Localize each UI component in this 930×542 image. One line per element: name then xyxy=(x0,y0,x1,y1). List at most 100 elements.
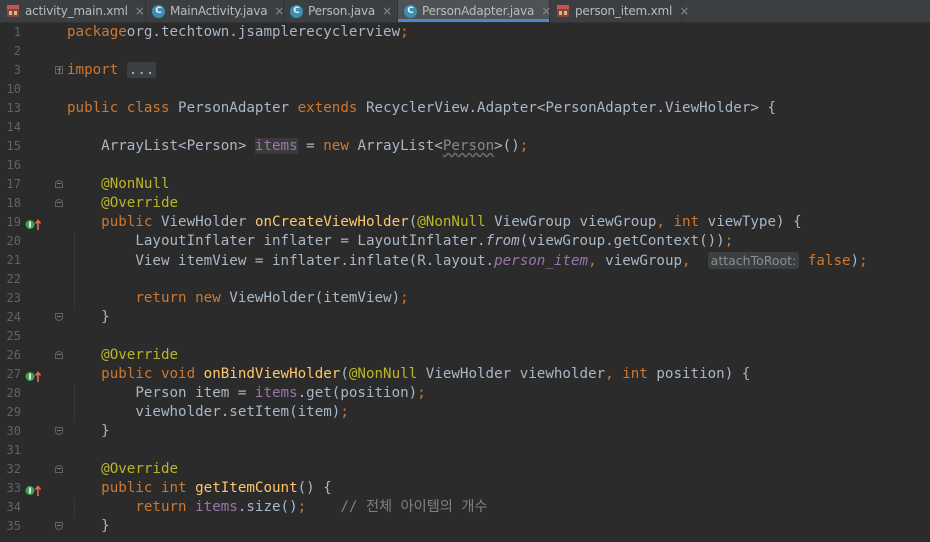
fold-toggle[interactable] xyxy=(55,465,63,473)
code-token: org.techtown.jsamplerecyclerview xyxy=(126,24,401,40)
code-token: import xyxy=(67,62,127,78)
tab-label: person_item.xml xyxy=(575,4,673,18)
code-editor[interactable]: 1 packageorg.techtown.jsamplerecyclerview… xyxy=(0,22,930,542)
code-token: package xyxy=(67,24,127,40)
code-line[interactable]: 35 } xyxy=(0,517,930,536)
implements-method-icon[interactable]: I xyxy=(25,368,43,382)
java-class-icon: C xyxy=(152,4,165,18)
code-line[interactable]: 22 xyxy=(0,270,930,289)
fold-toggle[interactable] xyxy=(55,180,63,188)
java-class-icon: C xyxy=(290,4,303,18)
code-token: ViewHolder xyxy=(160,214,255,230)
close-icon[interactable]: × xyxy=(274,4,284,18)
code-line[interactable]: 13 public class PersonAdapter extends Rec… xyxy=(0,99,930,118)
code-text: } xyxy=(67,308,110,327)
code-line[interactable]: 1 packageorg.techtown.jsamplerecyclerview… xyxy=(0,23,930,42)
line-number: 19 xyxy=(6,215,21,229)
code-token: ; xyxy=(417,385,426,401)
code-token: public int xyxy=(67,480,196,496)
code-line[interactable]: 19 I public ViewHolder onCreateViewHolder… xyxy=(0,213,930,232)
code-line[interactable]: 26 @Override xyxy=(0,346,930,365)
code-line[interactable]: 32 @Override xyxy=(0,460,930,479)
fold-toggle[interactable] xyxy=(55,351,63,359)
code-token: PersonAdapter xyxy=(178,100,298,116)
tab-person-java[interactable]: C Person.java × xyxy=(284,0,398,22)
code-text: @Override xyxy=(67,346,178,365)
fold-toggle[interactable] xyxy=(55,66,63,74)
code-line[interactable]: 14 xyxy=(0,118,930,137)
editor-tab-bar: activity_main.xml × C MainActivity.java × C Pe… xyxy=(0,0,930,23)
code-token: viewGroup xyxy=(605,253,683,269)
code-line[interactable]: 25 xyxy=(0,327,930,346)
tab-activity-main-xml[interactable]: activity_main.xml × xyxy=(0,0,146,22)
fold-end-marker[interactable] xyxy=(55,522,63,530)
code-token: ; xyxy=(724,233,734,249)
code-line[interactable]: 31 xyxy=(0,441,930,460)
code-token: getItemCount xyxy=(195,480,298,496)
code-token: (viewGroup.getContext()) xyxy=(519,233,725,249)
code-token: ViewGroup viewGroup xyxy=(494,214,657,230)
code-token: public void xyxy=(67,366,204,382)
code-token: >() xyxy=(494,138,520,154)
code-token: viewholder.setItem(item) xyxy=(67,404,341,420)
tab-label: PersonAdapter.java xyxy=(422,4,535,18)
code-line[interactable]: 34 return items.size(); // 전체 아이템의 개수 xyxy=(0,498,930,517)
code-token: ( xyxy=(408,214,418,230)
folded-imports[interactable]: ... xyxy=(126,62,157,78)
line-number: 29 xyxy=(6,405,21,419)
code-token: public class xyxy=(67,100,179,116)
svg-text:I: I xyxy=(29,487,32,496)
code-text: @Override xyxy=(67,194,178,213)
code-token: ArrayList< xyxy=(357,138,443,154)
line-number: 24 xyxy=(6,310,21,324)
code-line[interactable]: 15 ArrayList<Person> items = new ArrayLi… xyxy=(0,137,930,156)
tab-person-item-xml[interactable]: person_item.xml × xyxy=(550,0,689,22)
implements-method-icon[interactable]: I xyxy=(25,216,43,230)
code-token: return new xyxy=(67,290,230,306)
code-token: ; xyxy=(340,404,349,420)
implements-method-icon[interactable]: I xyxy=(25,482,43,496)
code-line[interactable]: 10 xyxy=(0,80,930,99)
code-line[interactable]: 2 xyxy=(0,42,930,61)
code-line[interactable]: 24 } xyxy=(0,308,930,327)
fold-toggle[interactable] xyxy=(55,199,63,207)
code-token: Person item = xyxy=(67,385,255,401)
code-line[interactable]: 30 } xyxy=(0,422,930,441)
fold-end-marker[interactable] xyxy=(55,313,63,321)
code-line[interactable]: 33 I public int getItemCount() { xyxy=(0,479,930,498)
tab-personadapter-java[interactable]: C PersonAdapter.java × xyxy=(398,0,551,22)
close-icon[interactable]: × xyxy=(679,4,689,18)
code-token: @NonNull xyxy=(348,366,426,382)
line-number: 14 xyxy=(6,120,21,134)
code-token: items xyxy=(254,138,298,154)
code-line[interactable]: 17 @NonNull xyxy=(0,175,930,194)
code-line[interactable]: 28 Person item = items.get(position); xyxy=(0,384,930,403)
code-text: Person item = items.get(position); xyxy=(67,384,426,403)
code-line[interactable]: 29 viewholder.setItem(item); xyxy=(0,403,930,422)
tab-label: Person.java xyxy=(308,4,376,18)
line-number: 33 xyxy=(6,481,21,495)
line-number: 18 xyxy=(6,196,21,210)
line-number: 10 xyxy=(6,82,21,96)
code-line[interactable]: 23 return new ViewHolder(itemView); xyxy=(0,289,930,308)
code-line[interactable]: 21 View itemView = inflater.inflate(R.la… xyxy=(0,251,930,270)
line-number: 35 xyxy=(6,519,21,533)
close-icon[interactable]: × xyxy=(135,4,145,18)
line-number: 25 xyxy=(6,329,21,343)
code-line[interactable]: 27 I public void onBindViewHolder(@NonNul… xyxy=(0,365,930,384)
line-number: 22 xyxy=(6,272,21,286)
code-line[interactable]: 18 @Override xyxy=(0,194,930,213)
code-token: @Override xyxy=(67,195,179,211)
hint-gap xyxy=(699,253,708,269)
code-text: viewholder.setItem(item); xyxy=(67,403,349,422)
code-token: ) xyxy=(850,253,860,269)
tab-mainactivity-java[interactable]: C MainActivity.java × xyxy=(146,0,284,22)
code-text: public void onBindViewHolder(@NonNull Vi… xyxy=(67,365,750,384)
line-number: 16 xyxy=(6,158,21,172)
code-line[interactable]: 3 import ... xyxy=(0,61,930,80)
close-icon[interactable]: × xyxy=(382,4,392,18)
xml-layout-icon xyxy=(556,4,570,18)
fold-end-marker[interactable] xyxy=(55,427,63,435)
code-line[interactable]: 16 xyxy=(0,156,930,175)
code-line[interactable]: 20 LayoutInflater inflater = LayoutInfla… xyxy=(0,232,930,251)
